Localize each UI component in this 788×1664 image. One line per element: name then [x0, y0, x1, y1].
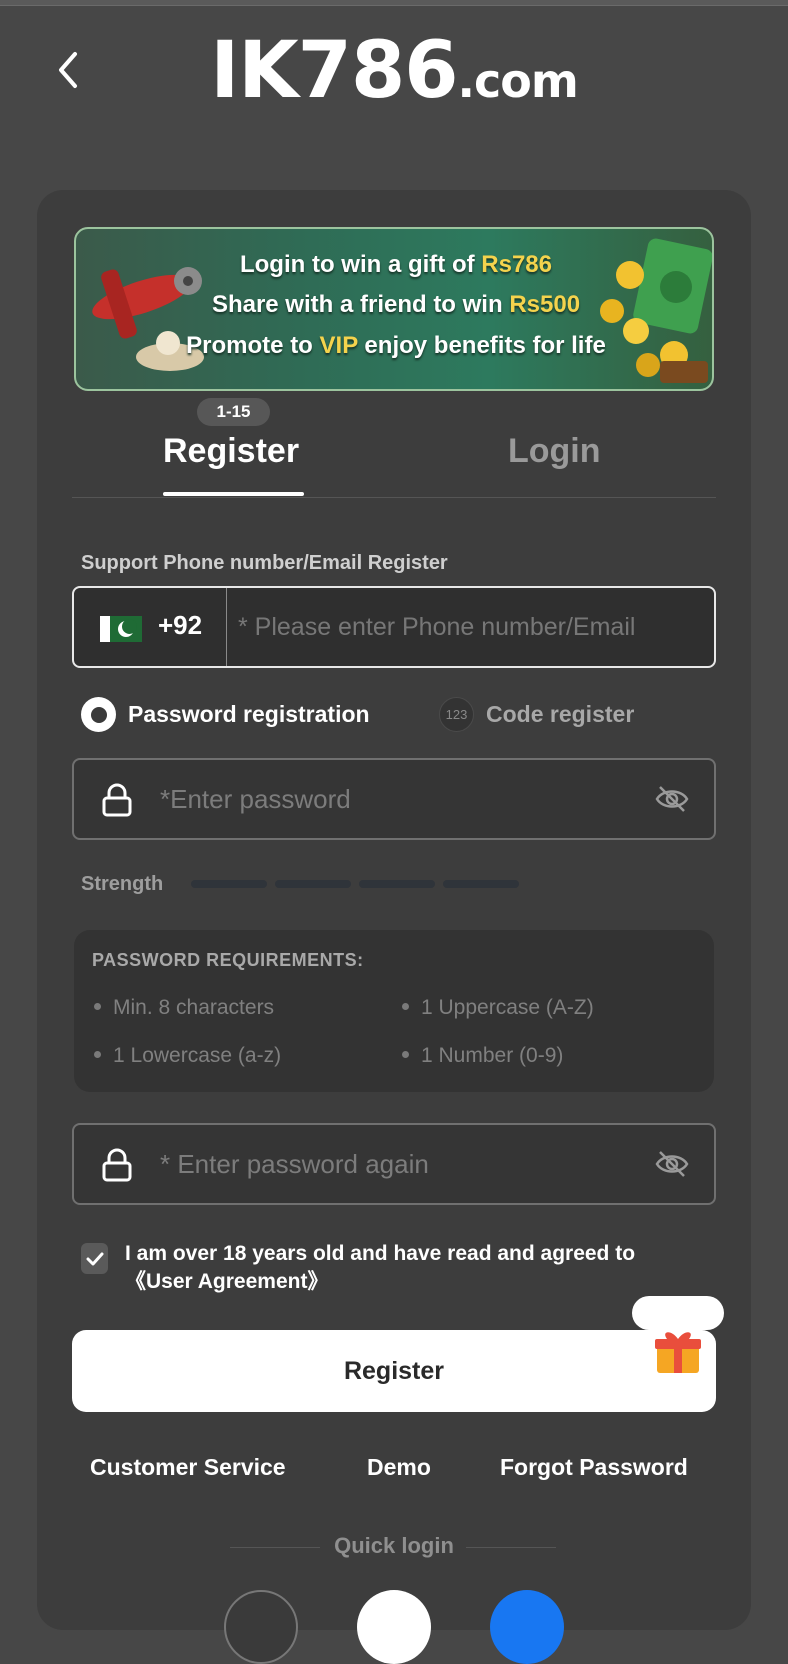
radio-selected-icon	[81, 697, 116, 732]
agreement-checkbox[interactable]	[81, 1243, 108, 1274]
banner-line-2: Share with a friend to win Rs500	[211, 291, 581, 318]
strength-segment-2	[275, 880, 351, 888]
code-register-label: Code register	[486, 701, 635, 727]
logo-tld: .com	[457, 54, 579, 108]
country-code[interactable]: +92	[158, 610, 202, 641]
eye-off-icon[interactable]	[654, 784, 690, 814]
strength-label: Strength	[81, 873, 164, 895]
site-logo: IK786.com	[0, 26, 788, 116]
pakistan-flag-icon[interactable]	[100, 616, 142, 642]
auth-card	[37, 190, 751, 1630]
agreement-statement: I am over 18 years old and have read and…	[125, 1242, 636, 1265]
active-tab-indicator	[163, 492, 304, 496]
register-button[interactable]: Register	[72, 1330, 716, 1412]
password-registration-option[interactable]: Password registration	[81, 697, 370, 732]
strength-segment-1	[191, 880, 267, 888]
logo-main: IK786	[210, 26, 458, 116]
password-requirements: PASSWORD REQUIREMENTS: Min. 8 characters…	[74, 930, 714, 1092]
banner-line-1: Login to win a gift of Rs786	[239, 251, 552, 278]
phone-field-separator	[226, 588, 227, 666]
quick-login-option-2[interactable]	[357, 1590, 431, 1664]
top-divider	[0, 0, 788, 6]
lock-icon	[102, 783, 132, 817]
agreement-text: I am over 18 years old and have read and…	[125, 1240, 685, 1296]
requirement-item: Min. 8 characters	[94, 996, 274, 1020]
banner-line-3: Promote to VIP enjoy benefits for life	[186, 332, 606, 359]
lock-icon	[102, 1148, 132, 1182]
quick-login-divider-right	[466, 1547, 556, 1548]
user-agreement-link[interactable]: 《User Agreement》	[125, 1268, 685, 1296]
quick-login-label: Quick login	[334, 1533, 454, 1558]
tab-login[interactable]: Login	[508, 432, 601, 471]
requirement-item: 1 Number (0-9)	[402, 1044, 563, 1068]
requirement-item: 1 Lowercase (a-z)	[94, 1044, 281, 1068]
gift-tooltip	[632, 1296, 724, 1330]
strength-segment-3	[359, 880, 435, 888]
code-123-icon: 123	[439, 697, 474, 732]
password-input[interactable]	[160, 780, 630, 818]
quick-login-option-1[interactable]	[224, 1590, 298, 1664]
tab-register[interactable]: Register	[163, 432, 299, 471]
password-field	[72, 758, 716, 840]
requirement-item: 1 Uppercase (A-Z)	[402, 996, 594, 1020]
gift-box-icon[interactable]	[653, 1327, 703, 1375]
customer-service-link[interactable]: Customer Service	[90, 1454, 286, 1481]
register-bonus-badge: 1-15	[197, 398, 270, 426]
checkmark-icon	[86, 1252, 103, 1265]
phone-field-label: Support Phone number/Email Register	[81, 552, 448, 574]
phone-email-input[interactable]	[238, 608, 708, 646]
forgot-password-link[interactable]: Forgot Password	[500, 1454, 688, 1481]
eye-off-icon[interactable]	[654, 1149, 690, 1179]
demo-link[interactable]: Demo	[367, 1454, 431, 1481]
requirements-title: PASSWORD REQUIREMENTS:	[92, 950, 364, 970]
password-registration-label: Password registration	[128, 701, 370, 727]
phone-field: +92	[72, 586, 716, 668]
quick-login-option-3[interactable]	[490, 1590, 564, 1664]
promo-banner[interactable]: Login to win a gift of Rs786 Share with …	[74, 227, 714, 391]
code-register-option[interactable]: 123 Code register	[439, 697, 634, 732]
confirm-password-input[interactable]	[160, 1145, 630, 1183]
tab-divider	[72, 497, 716, 498]
strength-segment-4	[443, 880, 519, 888]
confirm-password-field	[72, 1123, 716, 1205]
